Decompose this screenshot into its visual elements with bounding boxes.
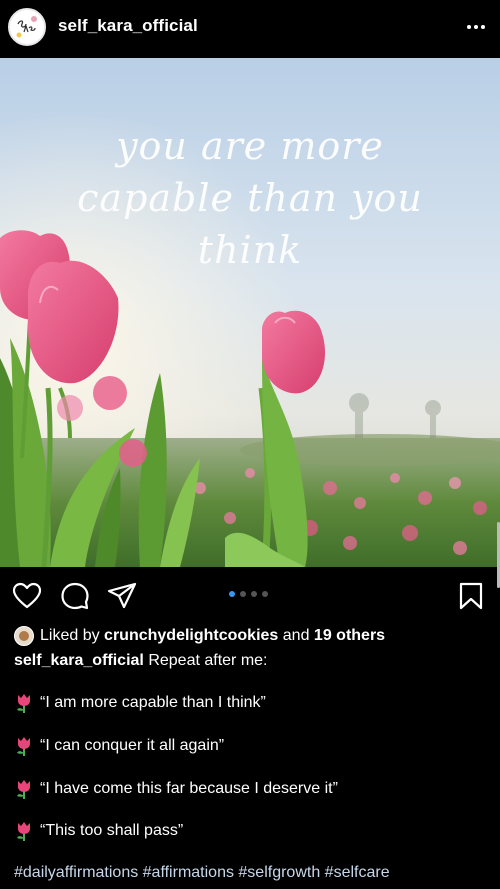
caption-line: “I have come this far because I deserve …	[14, 778, 338, 800]
caption-line-text: “I am more capable than I think”	[40, 694, 266, 711]
caption-line-text: “I can conquer it all again”	[40, 737, 225, 754]
post-image[interactable]: you are more capable than you think	[0, 58, 500, 567]
likes-prefix: Liked by	[40, 627, 100, 644]
comment-icon[interactable]	[60, 581, 90, 611]
hashtags[interactable]: #dailyaffirmations #affirmations #selfgr…	[14, 864, 390, 882]
liker-avatar[interactable]	[14, 626, 34, 646]
more-horizontal-icon[interactable]	[462, 14, 490, 40]
send-icon[interactable]	[107, 581, 137, 611]
post-header: self_kara_official	[0, 0, 500, 58]
liker-username[interactable]: crunchydelightcookies	[104, 627, 278, 645]
overlay-line-1: you are more	[116, 124, 384, 168]
caption-author[interactable]: self_kara_official	[14, 652, 144, 669]
profile-avatar-logo	[11, 11, 43, 43]
caption-text: Repeat after me:	[148, 652, 268, 669]
tulip-icon	[17, 737, 30, 756]
overlay-line-3: think	[197, 228, 303, 272]
carousel-dot-4[interactable]	[262, 591, 268, 597]
caption-line: “I can conquer it all again”	[14, 735, 224, 757]
action-bar	[0, 575, 500, 619]
tulip-icon	[17, 780, 30, 799]
caption-line-text: “This too shall pass”	[40, 822, 184, 839]
bookmark-icon[interactable]	[456, 581, 486, 611]
carousel-dots	[229, 591, 268, 597]
likes-others-count[interactable]: 19 others	[314, 627, 385, 645]
tulip-icon	[17, 822, 30, 841]
post-username[interactable]: self_kara_official	[58, 16, 198, 36]
caption-line: “This too shall pass”	[14, 820, 183, 842]
heart-icon[interactable]	[12, 581, 42, 611]
tulip-icon	[17, 694, 30, 713]
caption-line-text: “I have come this far because I deserve …	[40, 780, 338, 797]
caption: self_kara_official Repeat after me:	[14, 652, 267, 670]
caption-line: “I am more capable than I think”	[14, 692, 266, 714]
likes-middle: and	[282, 627, 310, 644]
profile-avatar[interactable]	[8, 8, 46, 46]
overlay-line-2: capable than you	[77, 176, 423, 220]
carousel-dot-2[interactable]	[240, 591, 246, 597]
overlay-quote: you are more capable than you think	[0, 120, 500, 276]
carousel-dot-3[interactable]	[251, 591, 257, 597]
carousel-dot-1[interactable]	[229, 591, 235, 597]
likes-summary[interactable]: Liked by crunchydelightcookies and 19 ot…	[14, 626, 385, 646]
